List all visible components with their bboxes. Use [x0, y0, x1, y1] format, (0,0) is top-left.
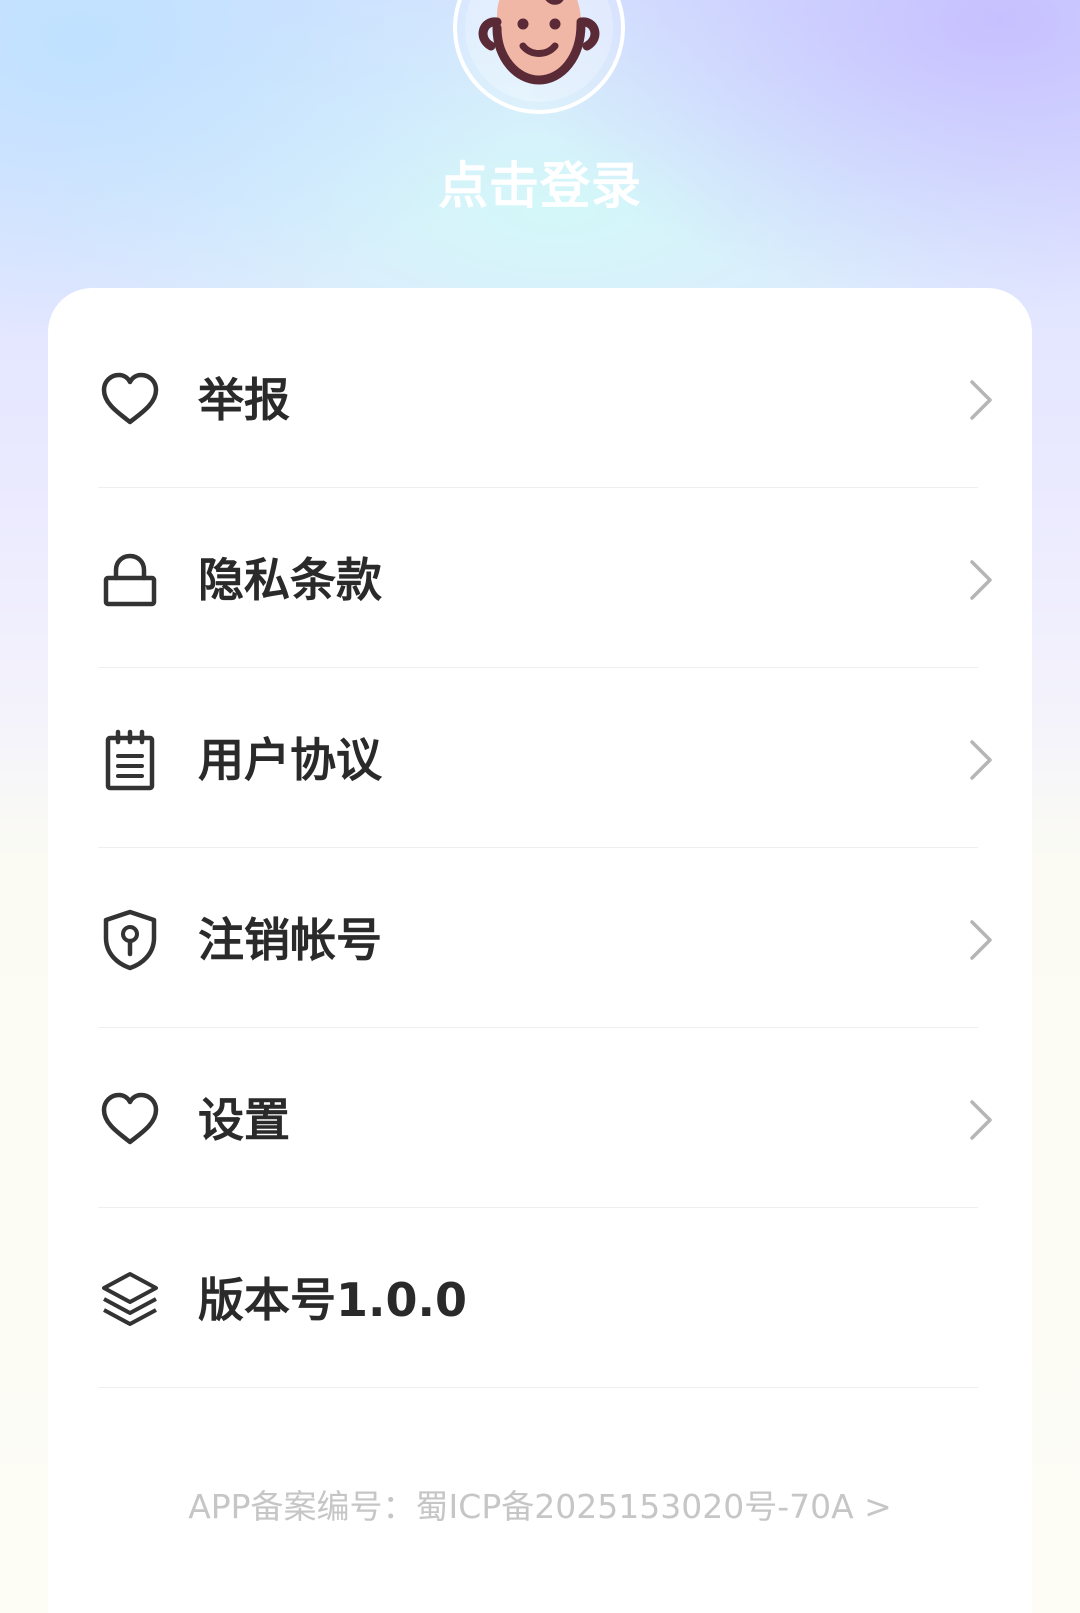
- menu-item-label: 注销帐号: [198, 913, 382, 967]
- menu-item-label: 用户协议: [198, 733, 382, 787]
- avatar[interactable]: [453, 0, 625, 114]
- menu-item-report[interactable]: 举报: [98, 308, 1028, 488]
- menu-item-privacy[interactable]: 隐私条款: [98, 488, 1028, 668]
- menu-item-settings[interactable]: 设置: [98, 1028, 1028, 1208]
- menu-card: 举报 隐私条款 用户协议 注销帐号 设置 版本号1.0.0: [48, 288, 1032, 1613]
- heart-icon: [101, 1092, 159, 1145]
- menu-item-label: 设置: [198, 1093, 290, 1147]
- menu-item-version: 版本号1.0.0: [98, 1208, 1028, 1388]
- chevron-right-icon: [970, 1100, 992, 1140]
- divider: [98, 1387, 978, 1388]
- chevron-right-icon: [970, 740, 992, 780]
- chevron-right-icon: [970, 560, 992, 600]
- chevron-right-icon: [970, 920, 992, 960]
- menu-item-delete-account[interactable]: 注销帐号: [98, 848, 1028, 1028]
- notepad-icon: [105, 729, 155, 791]
- lock-icon: [103, 553, 157, 607]
- menu-item-label: 举报: [198, 373, 290, 427]
- menu-item-label: 隐私条款: [198, 553, 382, 607]
- heart-icon: [101, 372, 159, 425]
- menu-item-user-agreement[interactable]: 用户协议: [98, 668, 1028, 848]
- shield-keyhole-icon: [103, 909, 157, 971]
- icp-record-link[interactable]: APP备案编号：蜀ICP备2025153020号-70A >: [0, 1480, 1080, 1528]
- layers-icon: [102, 1272, 158, 1326]
- login-prompt[interactable]: 点击登录: [0, 146, 1080, 218]
- chevron-right-icon: [970, 380, 992, 420]
- baby-face-icon: [465, 0, 613, 102]
- menu-item-label: 版本号1.0.0: [198, 1273, 467, 1327]
